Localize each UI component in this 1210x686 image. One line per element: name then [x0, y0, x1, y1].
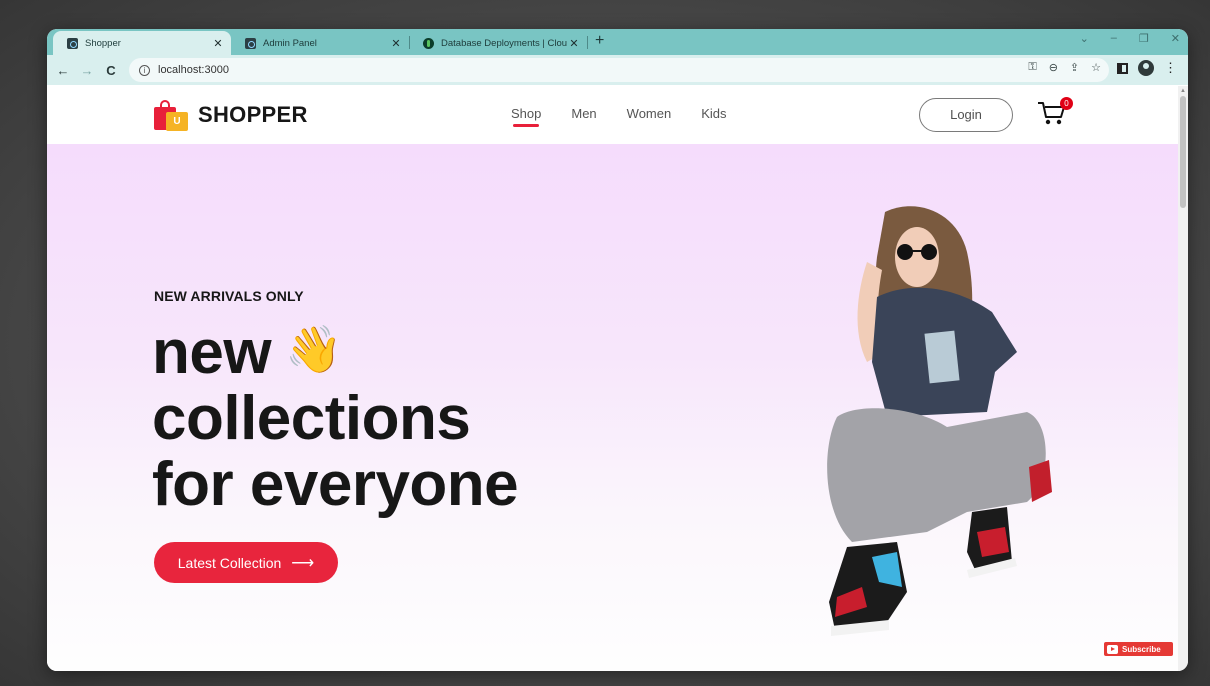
close-icon[interactable]: ✕ [567, 37, 581, 50]
main-menu: Shop Men Women Kids [511, 106, 727, 127]
tabs-dropdown-icon[interactable]: ⌄ [1080, 32, 1089, 45]
zoom-icon[interactable]: ⊖ [1049, 61, 1058, 74]
address-text: localhost:3000 [158, 64, 229, 76]
toolbar-right: ⋮ [1117, 60, 1177, 76]
window-controls: ⌄ – ❐ ✕ [1080, 32, 1180, 45]
waving-hand-icon: 👋 [285, 323, 342, 375]
cart-count-badge: 0 [1060, 97, 1073, 110]
arrow-right-icon: ⟶ [291, 554, 315, 572]
hero-eyebrow: NEW ARRIVALS ONLY [154, 288, 304, 304]
address-bar[interactable]: i localhost:3000 ⚿ ⊖ ⇪ ☆ [129, 58, 1109, 82]
tab-strip: Shopper ✕ Admin Panel ✕ Database Deploym… [47, 29, 1188, 55]
close-window-button[interactable]: ✕ [1171, 32, 1180, 45]
browser-window: Shopper ✕ Admin Panel ✕ Database Deploym… [47, 29, 1188, 671]
headline-line-1: new 👋 [152, 316, 518, 386]
subscribe-label: Subscribe [1122, 644, 1161, 654]
tab-database-deployments[interactable]: Database Deployments | Cloud: M ✕ [409, 31, 587, 55]
headline-word-new: new [152, 318, 272, 387]
scroll-up-icon[interactable]: ▲ [1180, 88, 1186, 94]
react-icon [245, 37, 256, 49]
brand-name: SHOPPER [198, 102, 308, 127]
side-panel-icon[interactable] [1117, 62, 1128, 74]
hero-section: NEW ARRIVALS ONLY new 👋 collections for e… [47, 144, 1178, 671]
minimize-button[interactable]: – [1111, 32, 1117, 45]
tab-shopper[interactable]: Shopper ✕ [53, 31, 231, 55]
hero-headline: new 👋 collections for everyone [152, 316, 519, 519]
share-icon[interactable]: ⇪ [1070, 61, 1079, 74]
back-button[interactable]: ← [51, 63, 75, 78]
headline-line-2: collections [152, 384, 471, 453]
scrollbar-thumb[interactable] [1180, 96, 1186, 208]
reload-button[interactable]: C [99, 63, 123, 78]
browser-toolbar: ← → C i localhost:3000 ⚿ ⊖ ⇪ ☆ ⋮ [47, 55, 1188, 85]
login-button[interactable]: Login [919, 98, 1013, 132]
omnibox-actions: ⚿ ⊖ ⇪ ☆ [1028, 61, 1101, 74]
page-scrollbar[interactable]: ▲ [1178, 86, 1188, 671]
react-icon [67, 37, 78, 49]
profile-avatar-icon[interactable] [1138, 60, 1154, 76]
cta-label: Latest Collection [177, 554, 282, 571]
forward-button[interactable]: → [75, 63, 99, 78]
tab-separator [587, 36, 588, 49]
tab-admin-panel[interactable]: Admin Panel ✕ [231, 31, 409, 55]
tab-title: Database Deployments | Cloud: M [441, 37, 567, 49]
close-icon[interactable]: ✕ [211, 37, 225, 50]
logo-letter: U [166, 112, 188, 131]
hero-model-image [827, 206, 1052, 636]
menu-item-shop[interactable]: Shop [511, 106, 541, 127]
key-icon[interactable]: ⚿ [1028, 61, 1036, 74]
page-viewport: U SHOPPER Shop Men Women Kids Login 0 NE… [47, 86, 1178, 671]
browser-menu-icon[interactable]: ⋮ [1164, 60, 1177, 76]
menu-item-kids[interactable]: Kids [701, 106, 726, 121]
tab-title: Shopper [85, 37, 121, 49]
site-info-icon[interactable]: i [139, 64, 150, 76]
menu-item-women[interactable]: Women [627, 106, 672, 121]
youtube-subscribe-button[interactable]: Subscribe [1104, 642, 1173, 656]
menu-item-men[interactable]: Men [571, 106, 596, 121]
shopping-bag-icon: U [153, 98, 190, 132]
tab-title: Admin Panel [263, 37, 317, 49]
close-icon[interactable]: ✕ [389, 37, 403, 50]
headline-line-3: for everyone [152, 450, 519, 519]
latest-collection-button[interactable]: Latest Collection ⟶ [154, 542, 338, 583]
bookmark-star-icon[interactable]: ☆ [1091, 61, 1101, 74]
site-navbar: U SHOPPER Shop Men Women Kids Login 0 [47, 86, 1178, 144]
site-logo[interactable]: U SHOPPER [153, 98, 308, 132]
youtube-play-icon [1107, 644, 1118, 654]
maximize-button[interactable]: ❐ [1139, 32, 1149, 45]
mongodb-icon [423, 37, 434, 49]
new-tab-button[interactable]: + [595, 32, 604, 50]
